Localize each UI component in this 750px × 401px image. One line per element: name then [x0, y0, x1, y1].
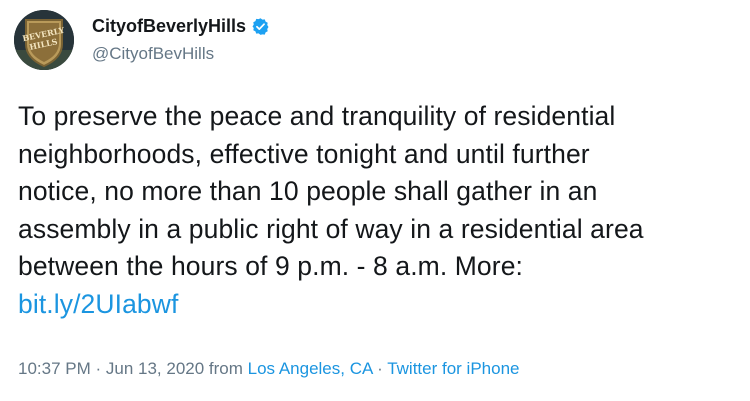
beverly-hills-shield-logo-icon: BEVERLY HILLS: [14, 10, 74, 70]
tweet-text-line: between the hours of 9 p.m. - 8 a.m. Mor…: [18, 251, 523, 281]
tweet-link[interactable]: bit.ly/2UIabwf: [18, 289, 178, 319]
tweet-metadata: 10:37 PM · Jun 13, 2020 from Los Angeles…: [18, 359, 519, 379]
tweet-text-line: To preserve the peace and tranquility of…: [18, 101, 616, 131]
author-handle[interactable]: @CityofBevHills: [92, 44, 214, 64]
tweet-card: BEVERLY HILLS CityofBeverlyHills @Cityof…: [0, 0, 750, 401]
tweet-text-line: neighborhoods, effective tonight and unt…: [18, 138, 590, 169]
meta-separator: ·: [372, 359, 388, 378]
avatar[interactable]: BEVERLY HILLS: [14, 10, 74, 70]
tweet-timestamp[interactable]: 10:37 PM · Jun 13, 2020 from: [18, 359, 248, 378]
tweet-source-link[interactable]: Twitter for iPhone: [387, 359, 519, 378]
tweet-text: To preserve the peace and tranquility of…: [18, 98, 746, 323]
tweet-text-line: notice, no more than 10 people shall gat…: [18, 176, 598, 206]
tweet-text-line: assembly in a public right of way in a r…: [18, 213, 644, 244]
author-name-row[interactable]: CityofBeverlyHills: [92, 16, 270, 37]
tweet-location-link[interactable]: Los Angeles, CA: [248, 359, 373, 378]
author-display-name[interactable]: CityofBeverlyHills: [92, 16, 246, 37]
verified-badge-icon: [251, 17, 270, 36]
